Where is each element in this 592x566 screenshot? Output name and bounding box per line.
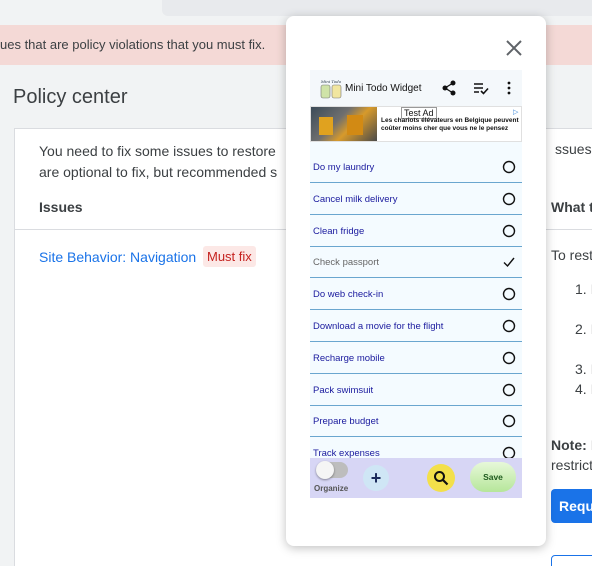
todo-item-label: Do my laundry [313, 162, 375, 173]
add-item-button[interactable]: + [363, 465, 389, 491]
request-review-button[interactable]: Requ [551, 489, 592, 523]
circle-unchecked-icon[interactable] [502, 224, 516, 238]
todo-item[interactable]: Check passport [310, 247, 522, 279]
todo-item[interactable]: Cancel milk delivery [310, 184, 522, 215]
intro-line-2: are optional to fix, but recommended s [39, 164, 278, 180]
search-button[interactable] [427, 464, 455, 492]
todo-item[interactable]: Do my laundry [310, 152, 522, 183]
todo-item-label: Check passport [313, 257, 380, 269]
circle-unchecked-icon[interactable] [502, 192, 516, 206]
todo-item-label: Pack swimsuit [313, 384, 374, 396]
what-column-header: What t [551, 199, 592, 215]
todo-item-label: Prepare budget [313, 416, 379, 428]
step-3: 3. I [575, 361, 592, 377]
circle-unchecked-icon[interactable] [502, 287, 516, 301]
todo-item-label: Clean fridge [313, 225, 365, 237]
todo-item-label: Cancel milk delivery [313, 193, 398, 205]
search-icon [434, 471, 449, 486]
circle-unchecked-icon[interactable] [502, 351, 516, 365]
step-4: 4. I [575, 381, 592, 397]
issues-column-header: Issues [39, 199, 83, 215]
circle-unchecked-icon[interactable] [502, 319, 516, 333]
organize-toggle[interactable] [316, 461, 348, 479]
intro-line-1-right: ssues a [555, 141, 592, 157]
todo-item[interactable]: Do web check-in [310, 279, 522, 311]
page-title: Policy center [13, 86, 128, 108]
note-rest: I [587, 437, 592, 453]
intro-line-1: You need to fix some issues to restore [39, 143, 276, 159]
ad-text: Les chariots élévateurs en Belgique peuv… [381, 117, 519, 132]
search-bar[interactable] [162, 0, 592, 16]
svg-text:Mini Todo: Mini Todo [320, 79, 342, 84]
ad-banner[interactable]: Test Ad Les chariots élévateurs en Belgi… [310, 106, 522, 142]
todo-item[interactable]: Pack swimsuit [310, 375, 522, 406]
todo-item-label: Do web check-in [313, 289, 384, 301]
step-2: 2. I [575, 321, 592, 337]
circle-unchecked-icon[interactable] [502, 160, 516, 174]
issue-link[interactable]: Site Behavior: Navigation [39, 249, 196, 265]
todo-item[interactable]: Recharge mobile [310, 343, 522, 374]
app-title: Mini Todo Widget [345, 83, 422, 94]
todo-item[interactable]: Download a movie for the flight [310, 311, 522, 342]
app-footer: Organize + Save [310, 458, 522, 498]
secondary-button[interactable] [551, 555, 592, 566]
playlist-check-icon[interactable] [473, 80, 489, 96]
circle-unchecked-icon[interactable] [502, 414, 516, 428]
todo-item-label: Recharge mobile [313, 352, 385, 364]
note-text: Note: I restrict [551, 435, 592, 475]
app-screenshot: Mini Todo Mini Todo Widget Test Ad Les c… [310, 70, 522, 498]
app-header: Mini Todo Mini Todo Widget [310, 70, 522, 106]
must-fix-badge: Must fix [203, 246, 256, 267]
app-logo-icon: Mini Todo [320, 79, 342, 99]
organize-label: Organize [314, 484, 349, 493]
banner-text: ues that are policy violations that you … [0, 37, 266, 52]
toggle-knob [316, 461, 334, 479]
ad-choices-icon[interactable]: ▷ [513, 108, 521, 116]
more-vert-icon[interactable] [501, 80, 517, 96]
ad-image [311, 107, 377, 141]
todo-item[interactable]: Clean fridge [310, 216, 522, 247]
todo-item-label: Download a movie for the flight [313, 321, 444, 332]
step-1: 1. I [575, 281, 592, 297]
circle-unchecked-icon[interactable] [502, 383, 516, 397]
app-preview-dialog: Mini Todo Mini Todo Widget Test Ad Les c… [286, 16, 546, 546]
share-icon[interactable] [441, 80, 457, 96]
save-button[interactable]: Save [470, 462, 516, 492]
restore-text: To rest [551, 247, 592, 263]
note-label: Note: [551, 437, 587, 453]
close-icon[interactable] [504, 38, 524, 58]
note-line-2: restrict [551, 457, 592, 473]
checkmark-icon[interactable] [502, 255, 516, 269]
todo-item[interactable]: Prepare budget [310, 406, 522, 438]
